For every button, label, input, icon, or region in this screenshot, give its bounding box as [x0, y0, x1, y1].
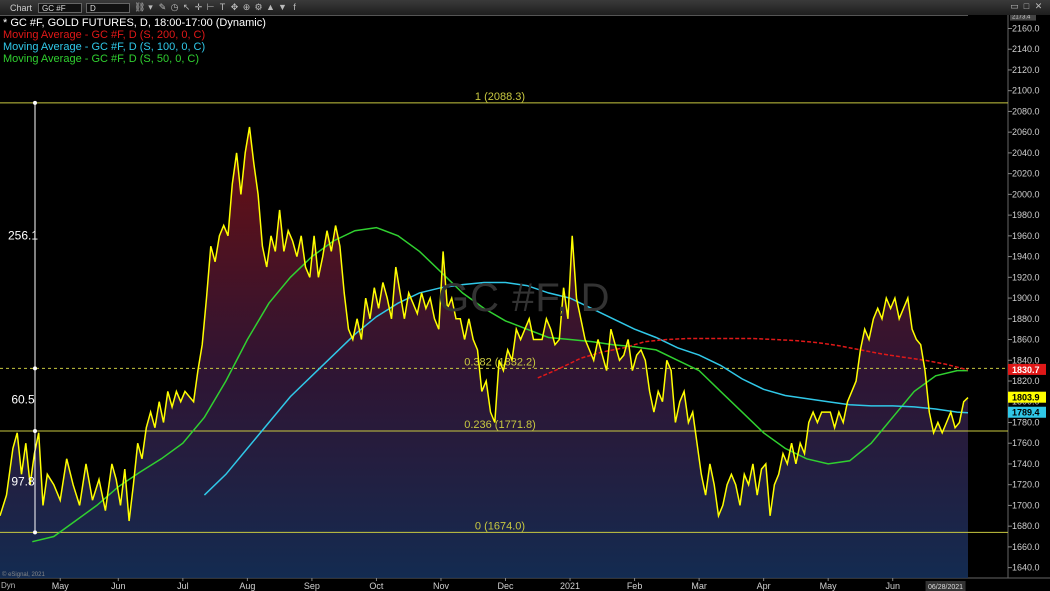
- x-tick-label-6: Nov: [433, 581, 450, 591]
- y-tick-label-15: 1940.0: [1012, 252, 1040, 262]
- y-tick-label-1: 1660.0: [1012, 542, 1040, 552]
- chart-toolbar: Chart GC #F D ⛓ ▾ ✎ ◷ ↖ ✛ ⊢ T ✥ ⊕ ⚙ ▲ ▼ f ▭ □ ✕: [0, 0, 1050, 16]
- measure-point-2: [33, 428, 37, 433]
- x-tick-label-1: Jun: [111, 581, 126, 591]
- y-tick-label-12: 1880.0: [1012, 314, 1040, 324]
- y-tick-label-21: 2060.0: [1012, 127, 1040, 137]
- fib-label-0: 1 (2088.3): [475, 91, 525, 103]
- y-tick-label-24: 2120.0: [1012, 65, 1040, 75]
- x-tick-label-7: Dec: [498, 581, 515, 591]
- y-tick-label-17: 1980.0: [1012, 210, 1040, 220]
- pencil-icon[interactable]: ✎: [158, 3, 167, 12]
- x-tick-label-12: May: [820, 581, 838, 591]
- restore-icon[interactable]: ▭: [1010, 2, 1019, 11]
- current-date-label: 06/28/2021: [928, 584, 963, 591]
- x-tick-label-8: 2021: [560, 581, 580, 591]
- dyn-label: Dyn: [1, 581, 16, 590]
- y-tick-label-4: 1720.0: [1012, 480, 1040, 490]
- price-tag-label-0: 1830.7: [1012, 365, 1040, 375]
- close-icon[interactable]: ✕: [1034, 2, 1043, 11]
- legend-main: * GC #F, GOLD FUTURES, D, 18:00-17:00 (D…: [3, 17, 266, 29]
- window-controls: ▭ □ ✕: [1010, 2, 1046, 11]
- y-tick-label-16: 1960.0: [1012, 231, 1040, 241]
- y-tick-label-10: 1840.0: [1012, 355, 1040, 365]
- y-tick-label-5: 1740.0: [1012, 459, 1040, 469]
- copyright-text: © eSignal, 2021: [2, 572, 45, 578]
- measure-label-0: 256.1: [8, 229, 38, 243]
- fib-label-2: 0.236 (1771.8): [464, 419, 536, 431]
- cursor-icon[interactable]: ↖: [182, 3, 191, 12]
- measure-point-3: [33, 530, 37, 535]
- dropdown-icon[interactable]: ▾: [146, 3, 155, 12]
- fib-label-3: 0 (1674.0): [475, 520, 525, 532]
- symbol-input[interactable]: GC #F: [38, 2, 83, 13]
- price-tag-label-2: 1789.4: [1012, 408, 1040, 418]
- x-tick-label-4: Sep: [304, 581, 320, 591]
- price-area-fill: [0, 127, 968, 578]
- legend-ma200: Moving Average - GC #F, D (S, 200, 0, C): [3, 29, 206, 41]
- measure-label-1: 60.5: [11, 393, 35, 407]
- x-tick-label-0: May: [52, 581, 70, 591]
- toolbar-icons: ⛓ ▾ ✎ ◷ ↖ ✛ ⊢ T ✥ ⊕ ⚙ ▲ ▼ f: [134, 3, 302, 12]
- y-tick-label-13: 1900.0: [1012, 293, 1040, 303]
- x-tick-label-9: Feb: [627, 581, 643, 591]
- x-tick-label-11: Apr: [757, 581, 771, 591]
- x-tick-label-10: Mar: [691, 581, 707, 591]
- window-title: Chart: [10, 2, 33, 13]
- x-tick-label-2: Jul: [177, 581, 189, 591]
- y-tick-label-3: 1700.0: [1012, 500, 1040, 510]
- text-icon[interactable]: T: [218, 3, 227, 12]
- measure-point-0: [33, 100, 37, 105]
- ruler-icon[interactable]: ⊢: [206, 3, 215, 12]
- crosshair-icon[interactable]: ✛: [194, 3, 203, 12]
- zoom-icon[interactable]: ⊕: [242, 3, 251, 12]
- y-tick-label-14: 1920.0: [1012, 272, 1040, 282]
- measure-label-2: 97.8: [11, 475, 35, 489]
- top-value-label: 2173.4: [1012, 15, 1031, 21]
- pan-icon[interactable]: ✥: [230, 3, 239, 12]
- link-icon[interactable]: ⛓: [134, 3, 145, 12]
- symbol-watermark: GC #F, D: [438, 276, 611, 320]
- y-tick-label-20: 2040.0: [1012, 148, 1040, 158]
- price-tag-label-1: 1803.9: [1012, 393, 1040, 403]
- y-tick-label-25: 2140.0: [1012, 44, 1040, 54]
- y-tick-label-9: 1820.0: [1012, 376, 1040, 386]
- thumb-up-icon[interactable]: ▲: [266, 3, 275, 12]
- draw-tools-icon[interactable]: ◷: [170, 3, 179, 12]
- maximize-icon[interactable]: □: [1022, 2, 1031, 11]
- thumb-down-icon[interactable]: ▼: [278, 3, 287, 12]
- y-tick-label-23: 2100.0: [1012, 86, 1040, 96]
- legend-ma50: Moving Average - GC #F, D (S, 50, 0, C): [3, 53, 200, 65]
- facebook-icon[interactable]: f: [290, 3, 299, 12]
- interval-input[interactable]: D: [86, 2, 131, 13]
- y-tick-label-18: 2000.0: [1012, 189, 1040, 199]
- y-tick-label-2: 1680.0: [1012, 521, 1040, 531]
- x-tick-label-5: Oct: [369, 581, 384, 591]
- y-tick-label-26: 2160.0: [1012, 23, 1040, 33]
- legend-ma100: Moving Average - GC #F, D (S, 100, 0, C): [3, 41, 206, 53]
- y-tick-label-19: 2020.0: [1012, 169, 1040, 179]
- x-tick-label-13: Jun: [885, 581, 900, 591]
- y-tick-label-6: 1760.0: [1012, 438, 1040, 448]
- settings-icon[interactable]: ⚙: [254, 3, 263, 12]
- y-tick-label-22: 2080.0: [1012, 106, 1040, 116]
- measure-point-1: [33, 366, 37, 371]
- x-tick-label-3: Aug: [239, 581, 255, 591]
- y-tick-label-7: 1780.0: [1012, 417, 1040, 427]
- y-tick-label-11: 1860.0: [1012, 335, 1040, 345]
- y-tick-label-0: 1640.0: [1012, 563, 1040, 573]
